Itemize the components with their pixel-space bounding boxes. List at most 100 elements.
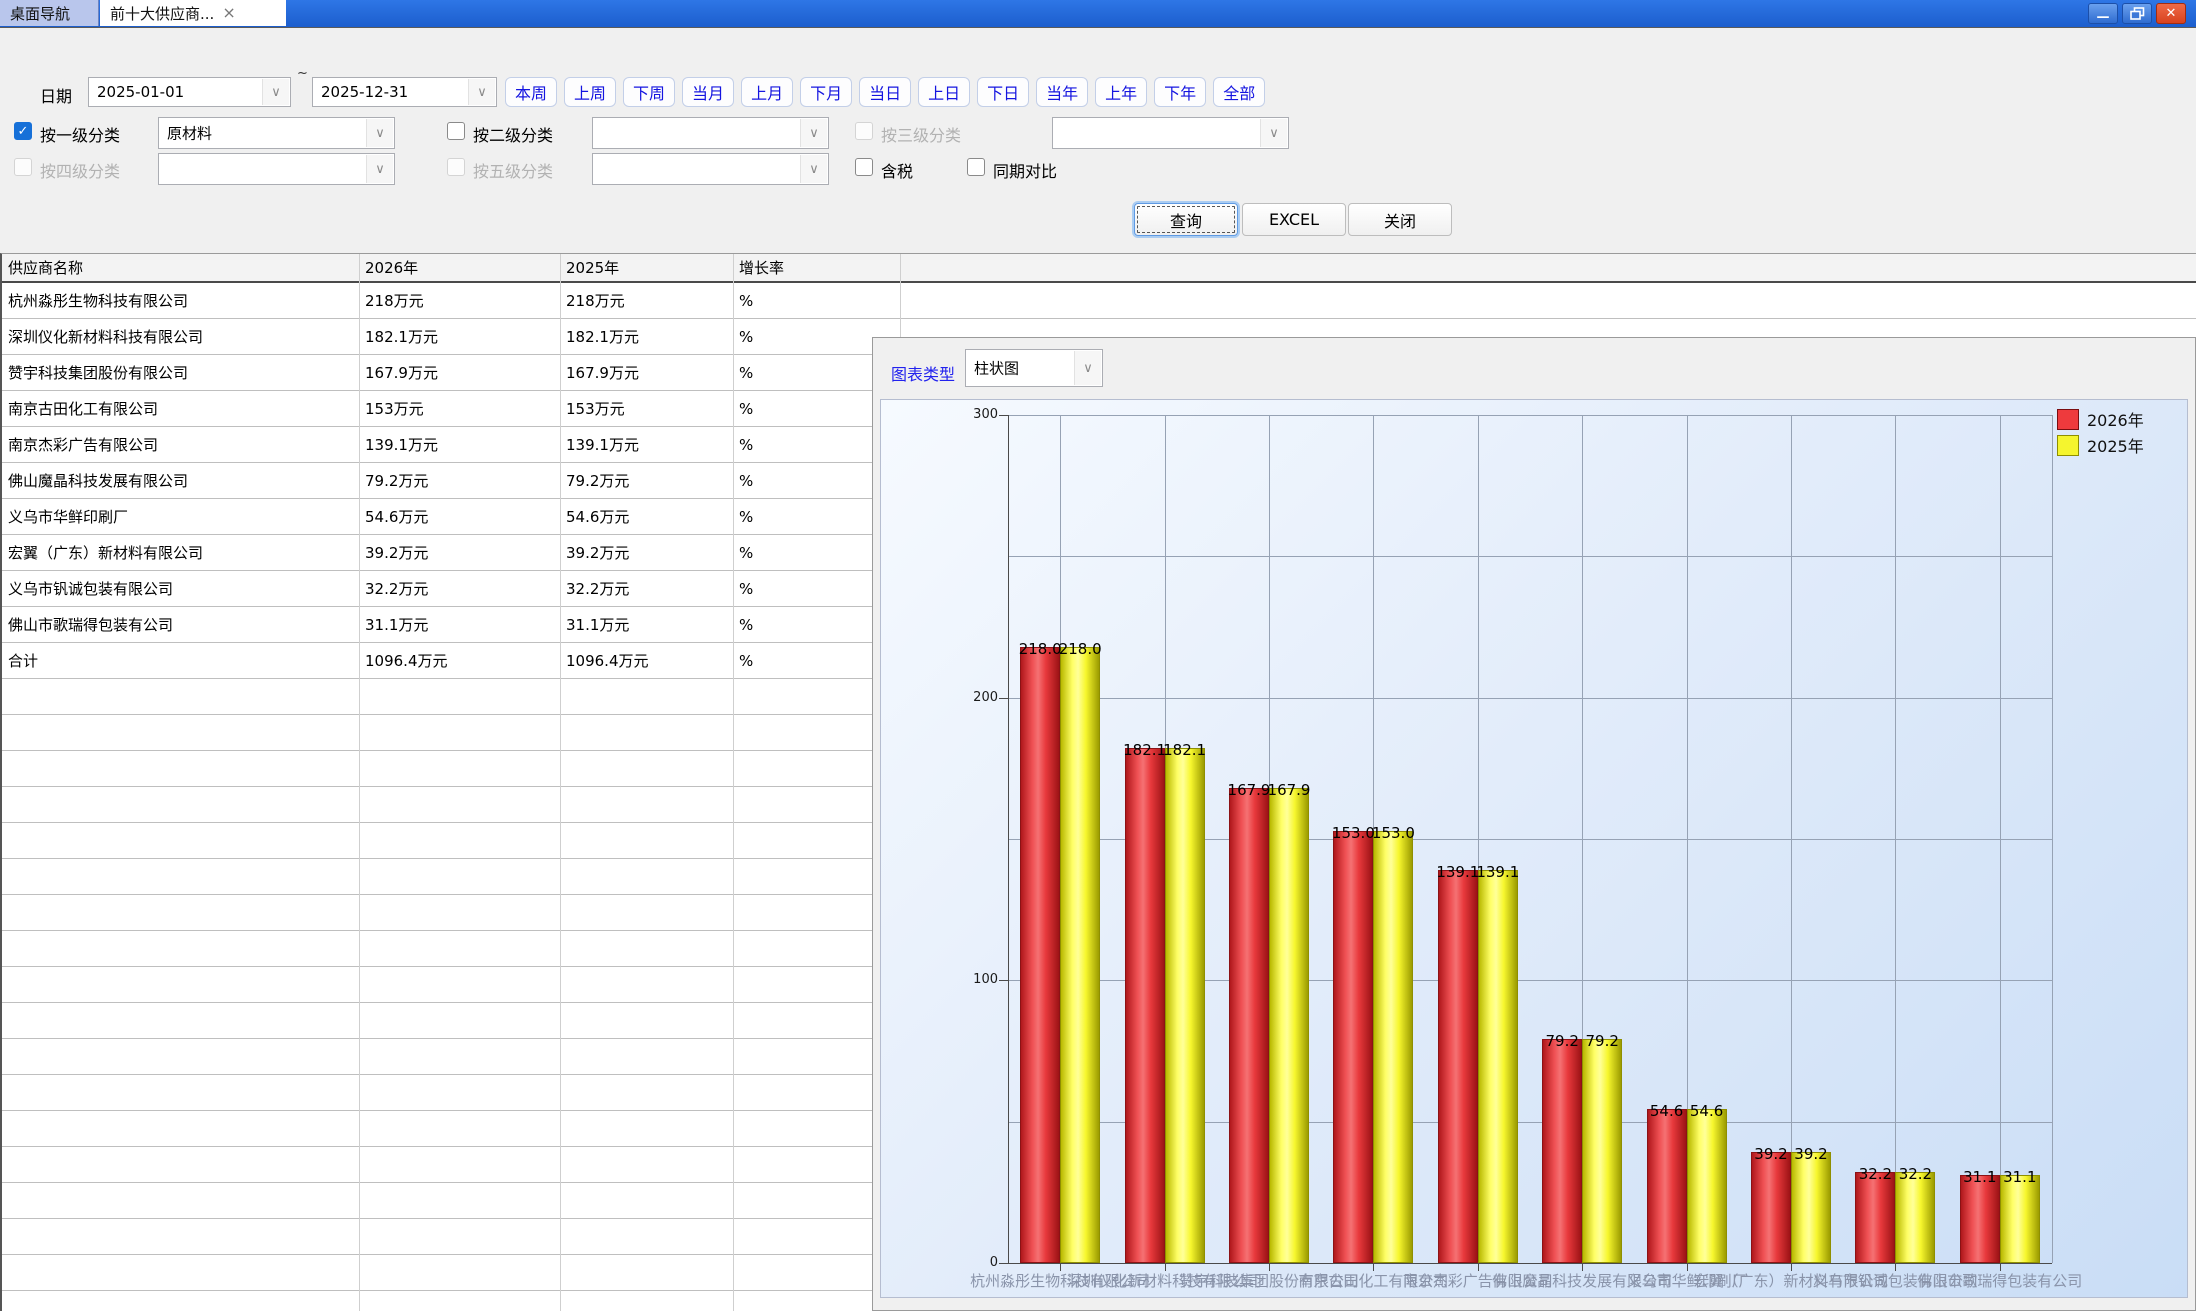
table-cell: 32.2万元 <box>560 571 733 606</box>
level1-value: 原材料 <box>167 123 212 144</box>
table-cell: 39.2万元 <box>359 535 560 570</box>
table-cell: 32.2万元 <box>359 571 560 606</box>
table-cell: 佛山魔晶科技发展有限公司 <box>2 463 359 498</box>
tax-included-label: 含税 <box>881 158 913 182</box>
checkbox-level2[interactable] <box>447 122 465 140</box>
tab-close-icon[interactable]: × <box>222 5 235 21</box>
quick-range-button[interactable]: 上月 <box>741 77 793 107</box>
level1-select[interactable]: 原材料 ∨ <box>158 117 395 149</box>
minimize-button[interactable]: — <box>2088 3 2118 24</box>
close-icon: ✕ <box>2166 7 2177 20</box>
quick-range-button[interactable]: 上年 <box>1095 77 1147 107</box>
table-cell: 139.1万元 <box>560 427 733 462</box>
quick-range-button[interactable]: 下月 <box>800 77 852 107</box>
level5-label: 按五级分类 <box>473 158 553 182</box>
chevron-down-icon[interactable]: ∨ <box>800 119 827 147</box>
table-cell: 79.2万元 <box>560 463 733 498</box>
table-cell: 杭州淼彤生物科技有限公司 <box>2 283 359 318</box>
quick-range-button[interactable]: 本周 <box>505 77 557 107</box>
quick-range-button[interactable]: 当日 <box>859 77 911 107</box>
date-range-separator: ~ <box>297 66 308 81</box>
chevron-down-icon[interactable]: ∨ <box>468 79 495 105</box>
column-header[interactable]: 增长率 <box>733 254 900 281</box>
table-cell: 南京古田化工有限公司 <box>2 391 359 426</box>
date-quick-buttons: 本周上周下周当月上月下月当日上日下日当年上年下年全部 <box>505 77 1265 107</box>
quick-range-button[interactable]: 全部 <box>1213 77 1265 107</box>
column-header[interactable]: 供应商名称 <box>2 254 359 281</box>
column-header[interactable]: 2025年 <box>560 254 733 281</box>
level1-label: 按一级分类 <box>40 122 120 146</box>
level2-select[interactable]: ∨ <box>592 117 829 149</box>
chart-plot-background <box>880 399 2188 1298</box>
table-cell: 合计 <box>2 643 359 678</box>
chevron-down-icon[interactable]: ∨ <box>366 119 393 147</box>
query-button[interactable]: 查询 <box>1134 203 1238 236</box>
level3-label: 按三级分类 <box>881 122 961 146</box>
table-cell: 南京杰彩广告有限公司 <box>2 427 359 462</box>
table-cell: 1096.4万元 <box>560 643 733 678</box>
date-from-select[interactable]: 2025-01-01 ∨ <box>88 77 291 107</box>
table-cell: 182.1万元 <box>560 319 733 354</box>
level3-select[interactable]: ∨ <box>1052 117 1289 149</box>
quick-range-button[interactable]: 当月 <box>682 77 734 107</box>
restore-button[interactable] <box>2122 3 2152 24</box>
table-column-border <box>560 254 561 1311</box>
table-row[interactable]: 杭州淼彤生物科技有限公司218万元218万元% <box>2 283 2196 319</box>
quick-range-button[interactable]: 上周 <box>564 77 616 107</box>
table-cell: 1096.4万元 <box>359 643 560 678</box>
table-cell: 赞宇科技集团股份有限公司 <box>2 355 359 390</box>
table-cell: 167.9万元 <box>359 355 560 390</box>
table-cell: 31.1万元 <box>359 607 560 642</box>
quick-range-button[interactable]: 下周 <box>623 77 675 107</box>
date-to-select[interactable]: 2025-12-31 ∨ <box>312 77 497 107</box>
title-bar: 桌面导航 前十大供应商... × — ✕ <box>0 0 2196 28</box>
table-cell: 182.1万元 <box>359 319 560 354</box>
chevron-down-icon[interactable]: ∨ <box>1260 119 1287 147</box>
chevron-down-icon[interactable]: ∨ <box>262 79 289 105</box>
chart-panel: 图表类型 柱状图 ∨ <box>872 337 2196 1311</box>
table-cell: 153万元 <box>359 391 560 426</box>
table-cell: 167.9万元 <box>560 355 733 390</box>
table-cell: 139.1万元 <box>359 427 560 462</box>
period-compare-label: 同期对比 <box>993 158 1057 182</box>
quick-range-button[interactable]: 当年 <box>1036 77 1088 107</box>
table-cell: 153万元 <box>560 391 733 426</box>
column-header[interactable]: 2026年 <box>359 254 560 281</box>
table-cell: 54.6万元 <box>560 499 733 534</box>
checkbox-level5[interactable] <box>447 158 465 176</box>
level2-label: 按二级分类 <box>473 122 553 146</box>
excel-button[interactable]: EXCEL <box>1242 203 1346 236</box>
quick-range-button[interactable]: 下年 <box>1154 77 1206 107</box>
tab-desktop-nav[interactable]: 桌面导航 <box>0 0 99 26</box>
table-cell: % <box>733 283 900 318</box>
checkbox-level1[interactable]: ✓ <box>14 122 32 140</box>
table-cell: 218万元 <box>359 283 560 318</box>
chevron-down-icon[interactable]: ∨ <box>366 155 393 183</box>
chevron-down-icon[interactable]: ∨ <box>800 155 827 183</box>
chevron-down-icon[interactable]: ∨ <box>1074 351 1101 385</box>
tab-label: 桌面导航 <box>10 3 70 24</box>
table-cell: 54.6万元 <box>359 499 560 534</box>
checkbox-tax-included[interactable] <box>855 158 873 176</box>
checkbox-period-compare[interactable] <box>967 158 985 176</box>
chart-type-select[interactable]: 柱状图 ∨ <box>965 349 1103 387</box>
table-cell: 义乌市华鲜印刷厂 <box>2 499 359 534</box>
table-cell: 79.2万元 <box>359 463 560 498</box>
restore-icon <box>2130 7 2145 20</box>
table-cell: 义乌市钒诚包装有限公司 <box>2 571 359 606</box>
table-cell: 宏翼（广东）新材料有限公司 <box>2 535 359 570</box>
quick-range-button[interactable]: 下日 <box>977 77 1029 107</box>
app-window: 桌面导航 前十大供应商... × — ✕ 日期 2025-01-01 ∨ ~ 2… <box>0 0 2196 1311</box>
date-label: 日期 <box>40 83 72 107</box>
level4-select[interactable]: ∨ <box>158 153 395 185</box>
checkbox-level4[interactable] <box>14 158 32 176</box>
tab-label: 前十大供应商... <box>110 3 214 24</box>
level5-select[interactable]: ∨ <box>592 153 829 185</box>
close-button[interactable]: 关闭 <box>1348 203 1452 236</box>
table-cell: 218万元 <box>560 283 733 318</box>
quick-range-button[interactable]: 上日 <box>918 77 970 107</box>
close-window-button[interactable]: ✕ <box>2156 3 2186 24</box>
checkbox-level3[interactable] <box>855 122 873 140</box>
check-icon: ✓ <box>18 124 29 139</box>
tab-top-suppliers[interactable]: 前十大供应商... × <box>100 0 286 26</box>
